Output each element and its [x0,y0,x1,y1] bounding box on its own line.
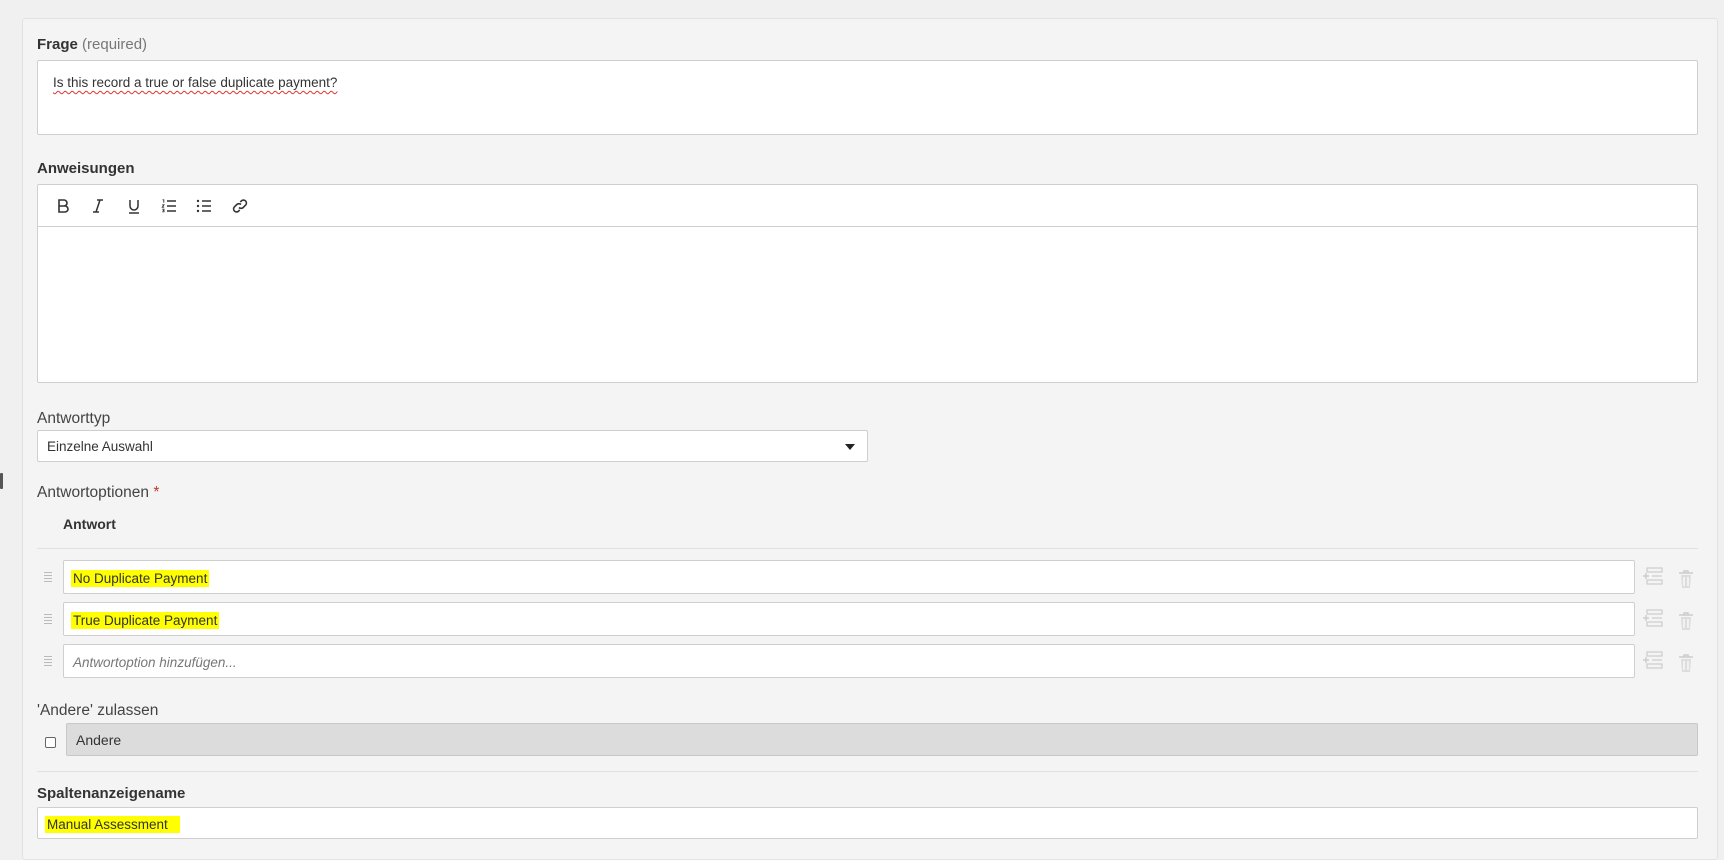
underline-button[interactable] [123,195,145,217]
section-divider [37,771,1698,772]
instructions-editor[interactable] [37,184,1698,383]
editor-toolbar [38,185,1697,227]
other-option-value: Andere [76,732,122,748]
bold-icon [58,199,69,213]
column-display-name-input[interactable]: Manual Assessment [37,807,1698,839]
link-icon [232,199,248,213]
insert-row-icon[interactable] [1642,608,1664,630]
other-option-field: Andere [66,723,1698,756]
answer-option-value: No Duplicate Payment [71,570,210,587]
insert-row-icon[interactable] [1642,650,1664,672]
trash-icon[interactable] [1675,652,1697,674]
question-label: Frage (required) [37,36,147,53]
trash-icon[interactable] [1675,568,1697,590]
instructions-label: Anweisungen [37,160,135,177]
answer-option-input[interactable]: No Duplicate Payment [63,560,1635,594]
new-answer-option-placeholder: Antwortoption hinzufügen... [73,655,237,670]
question-label-text: Frage [37,36,78,53]
required-hint: (required) [82,36,148,53]
new-answer-option-input[interactable]: Antwortoption hinzufügen... [63,644,1635,678]
ordered-list-icon [161,199,176,213]
bullet-list-button[interactable] [193,195,215,217]
drag-handle-icon[interactable] [44,656,52,667]
drag-handle-icon[interactable] [44,614,52,625]
question-textarea[interactable]: Is this record a true or false duplicate… [37,60,1698,135]
underline-icon [129,200,139,214]
left-edge-marker [0,473,3,489]
insert-row-icon[interactable] [1642,566,1664,588]
allow-other-checkbox[interactable] [45,737,56,748]
answer-option-input[interactable]: True Duplicate Payment [63,602,1635,636]
bullet-list-icon [196,199,211,213]
question-text: Is this record a true or false duplicate… [53,75,338,90]
bold-button[interactable] [52,195,74,217]
answer-type-label: Antworttyp [37,410,111,427]
chevron-down-icon [845,444,855,450]
column-display-name-value: Manual Assessment [45,816,180,833]
required-marker: * [153,484,160,501]
link-button[interactable] [229,195,251,217]
drag-handle-icon[interactable] [44,572,52,583]
italic-button[interactable] [87,195,109,217]
options-divider [37,548,1698,549]
answer-option-value: True Duplicate Payment [71,612,220,629]
allow-other-label: 'Andere' zulassen [37,702,159,719]
italic-icon [93,199,103,213]
answer-type-value: Einzelne Auswahl [47,439,153,454]
trash-icon[interactable] [1675,610,1697,632]
column-display-name-label: Spaltenanzeigename [37,785,186,802]
ordered-list-button[interactable] [158,195,180,217]
answer-options-label-text: Antwortoptionen [37,484,150,501]
answer-column-header: Antwort [63,516,116,532]
answer-options-label: Antwortoptionen * [37,484,159,502]
answer-type-select[interactable]: Einzelne Auswahl [37,430,868,462]
